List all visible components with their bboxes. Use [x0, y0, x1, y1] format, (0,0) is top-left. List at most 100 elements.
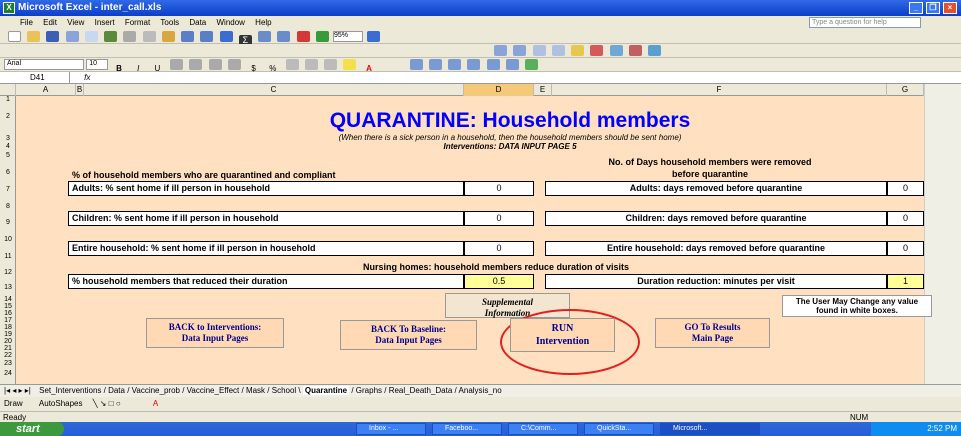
start-button[interactable]: start	[0, 422, 64, 436]
merge-icon[interactable]	[227, 59, 241, 70]
sort-asc-icon[interactable]	[258, 31, 272, 42]
menu-tools[interactable]: Tools	[160, 18, 179, 27]
col-B[interactable]: B	[76, 84, 84, 96]
row-23[interactable]: 23	[0, 360, 16, 367]
row-3[interactable]: 3	[0, 135, 16, 142]
tab-quarantine[interactable]: Quarantine	[302, 386, 350, 395]
taskbar-item-facebook[interactable]: Faceboo...	[432, 423, 502, 435]
form-icon[interactable]	[409, 59, 423, 70]
menu-file[interactable]: File	[20, 18, 33, 27]
col-F[interactable]: F	[552, 84, 887, 96]
back-to-interventions-button[interactable]: BACK to Interventions: Data Input Pages	[146, 318, 284, 348]
tab-vaccine-effect[interactable]: Vaccine_Effect	[187, 386, 240, 395]
col-G[interactable]: G	[887, 84, 924, 96]
name-box[interactable]: D41	[0, 72, 70, 83]
paste-icon[interactable]	[161, 31, 175, 42]
taskbar-item-comm[interactable]: C:\Comm...	[508, 423, 578, 435]
ink-icon[interactable]	[628, 45, 642, 56]
row-22[interactable]: 22	[0, 352, 16, 359]
show-comment-icon[interactable]	[609, 45, 623, 56]
row-7[interactable]: 7	[0, 186, 16, 193]
comma-icon[interactable]	[285, 59, 299, 70]
sort-desc-icon[interactable]	[277, 31, 291, 42]
row-15[interactable]: 15	[0, 303, 16, 310]
open-icon[interactable]	[27, 31, 41, 42]
tab-scroll-icon[interactable]: |◂ ◂ ▸ ▸|	[4, 386, 31, 395]
row-16[interactable]: 16	[0, 310, 16, 317]
help-icon[interactable]	[367, 31, 381, 42]
align-center-icon[interactable]	[189, 59, 203, 70]
back-to-baseline-button[interactable]: BACK To Baseline: Data Input Pages	[340, 320, 477, 350]
row-10[interactable]: 10	[0, 236, 16, 243]
col-E[interactable]: E	[534, 84, 552, 96]
comment-icon[interactable]	[571, 45, 585, 56]
row-21[interactable]: 21	[0, 345, 16, 352]
fill-color-icon[interactable]	[343, 59, 357, 70]
draw-menu[interactable]: Draw	[4, 399, 23, 408]
drawing-icon[interactable]	[315, 31, 329, 42]
tab-vaccine-prob[interactable]: Vaccine_prob	[132, 386, 180, 395]
redo-icon[interactable]	[200, 31, 214, 42]
close-button[interactable]: ×	[943, 2, 957, 14]
new-icon[interactable]	[8, 31, 21, 42]
tab-school[interactable]: School	[272, 386, 296, 395]
taskbar-item-microsoft[interactable]: Microsoft...	[660, 423, 760, 435]
select-all[interactable]	[0, 84, 16, 96]
row-1[interactable]: 1	[0, 96, 16, 103]
tab-set-interventions[interactable]: Set_Interventions	[39, 386, 101, 395]
run-intervention-button[interactable]: RUN Intervention	[510, 318, 615, 352]
spelling-icon[interactable]	[104, 31, 118, 42]
household-days-input[interactable]: 0	[887, 241, 924, 256]
row-20[interactable]: 20	[0, 338, 16, 345]
row-13[interactable]: 13	[0, 284, 16, 291]
row-4[interactable]: 4	[0, 143, 16, 150]
col-A[interactable]: A	[16, 84, 76, 96]
household-pct-input[interactable]: 0	[464, 241, 534, 256]
oval-icon[interactable]: ○	[116, 399, 121, 408]
tab-analysis-no[interactable]: Analysis_no	[459, 386, 502, 395]
preview-icon[interactable]	[84, 31, 98, 42]
menu-window[interactable]: Window	[216, 18, 244, 27]
menu-edit[interactable]: Edit	[43, 18, 57, 27]
option-icon[interactable]	[448, 59, 462, 70]
menu-data[interactable]: Data	[189, 18, 206, 27]
line-icon[interactable]: ╲	[93, 399, 98, 408]
arrow-icon[interactable]: ↘	[100, 399, 107, 408]
align-right-icon[interactable]	[208, 59, 222, 70]
minimize-button[interactable]: _	[909, 2, 923, 14]
cut-icon[interactable]	[123, 31, 137, 42]
row-11[interactable]: 11	[0, 253, 16, 260]
taskbar-item-inbox[interactable]: Inbox - ...	[356, 423, 426, 435]
delete-comment-icon[interactable]	[590, 45, 604, 56]
font-size-select[interactable]: 10	[86, 59, 109, 70]
row-5[interactable]: 5	[0, 152, 16, 159]
review-next-icon[interactable]	[513, 45, 527, 56]
indent-icon[interactable]	[304, 59, 318, 70]
go-to-results-button[interactable]: GO To Results Main Page	[655, 318, 770, 348]
tab-data[interactable]: Data	[108, 386, 125, 395]
row-14[interactable]: 14	[0, 296, 16, 303]
row-2[interactable]: 2	[0, 113, 16, 120]
row-6[interactable]: 6	[0, 169, 16, 176]
help-search-input[interactable]: Type a question for help	[809, 17, 921, 28]
font-name-select[interactable]: Arial	[4, 59, 84, 70]
rectangle-icon[interactable]: □	[109, 399, 114, 408]
track-icon[interactable]	[532, 45, 546, 56]
row-9[interactable]: 9	[0, 219, 16, 226]
fx-icon[interactable]: fx	[72, 72, 102, 83]
row-8[interactable]: 8	[0, 203, 16, 210]
zoom-select[interactable]: 95%	[332, 31, 363, 42]
accept-icon[interactable]	[551, 45, 565, 56]
undo-icon[interactable]	[181, 31, 195, 42]
chart-icon[interactable]	[296, 31, 310, 42]
adults-pct-input[interactable]: 0	[464, 181, 534, 196]
row-24[interactable]: 24	[0, 370, 16, 377]
menu-help[interactable]: Help	[255, 18, 271, 27]
tab-mask[interactable]: Mask	[246, 386, 265, 395]
tab-graphs[interactable]: Graphs	[356, 386, 382, 395]
col-C[interactable]: C	[84, 84, 464, 96]
menu-format[interactable]: Format	[125, 18, 150, 27]
tab-real-death-data[interactable]: Real_Death_Data	[389, 386, 453, 395]
col-D[interactable]: D	[464, 84, 534, 96]
menu-view[interactable]: View	[67, 18, 84, 27]
